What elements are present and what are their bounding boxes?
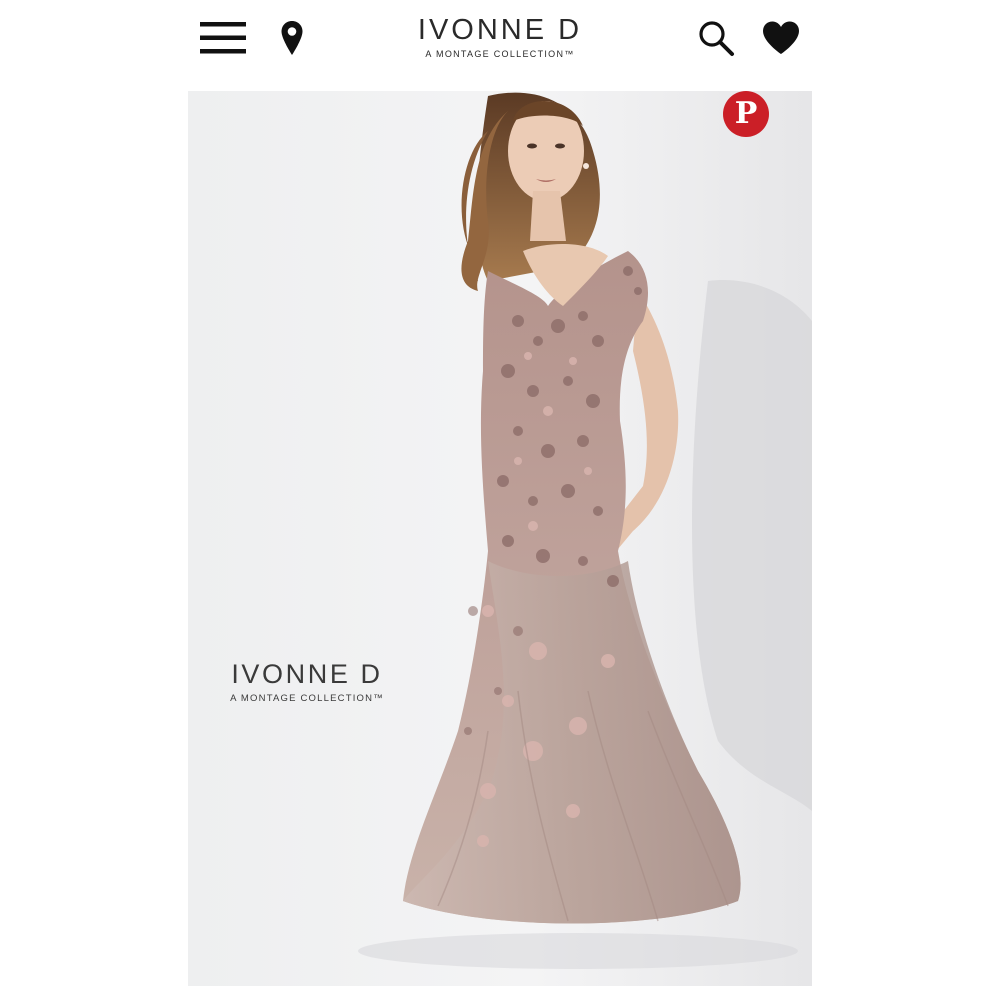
watermark-tagline: A MONTAGE COLLECTION™ xyxy=(230,693,384,704)
brand-logo[interactable]: IVONNE D A MONTAGE COLLECTION™ xyxy=(400,14,600,60)
site-header: IVONNE D A MONTAGE COLLECTION™ xyxy=(0,0,1000,85)
pinterest-share-button[interactable]: P xyxy=(723,91,769,137)
brand-name: IVONNE D xyxy=(417,14,583,46)
search-button[interactable] xyxy=(694,17,738,59)
watermark-logo: IVONNE D A MONTAGE COLLECTION™ xyxy=(212,659,402,705)
store-locator-button[interactable] xyxy=(274,18,310,58)
search-icon xyxy=(699,21,734,56)
map-pin-icon xyxy=(281,21,303,55)
menu-button[interactable] xyxy=(198,18,248,58)
gown-photo xyxy=(188,91,812,986)
wishlist-button[interactable] xyxy=(758,17,804,59)
product-hero-image[interactable]: IVONNE D A MONTAGE COLLECTION™ P xyxy=(188,91,812,986)
pinterest-icon: P xyxy=(734,96,758,131)
watermark-brand-name: IVONNE D xyxy=(231,659,383,689)
hamburger-menu-icon xyxy=(200,22,246,54)
brand-tagline: A MONTAGE COLLECTION™ xyxy=(425,49,575,59)
heart-icon xyxy=(763,21,799,54)
